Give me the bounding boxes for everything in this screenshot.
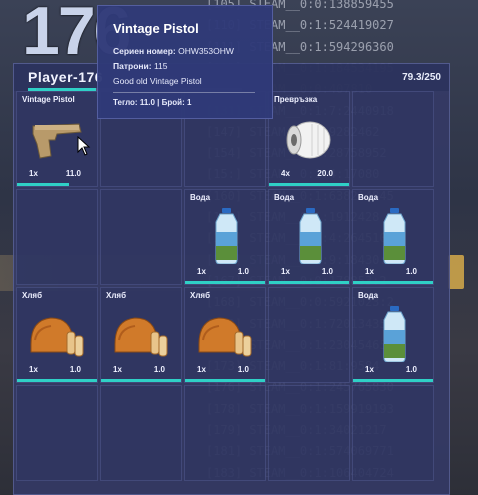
tooltip-ammo-value: 115 [153, 61, 168, 71]
inventory-slot[interactable]: Превръзка 4x 20.0 [268, 91, 350, 187]
slot-quantity: 1x [365, 365, 374, 374]
water-bottle-icon [363, 306, 425, 363]
slot-quantity: 1x [29, 365, 38, 374]
slot-quantity: 1x [281, 267, 290, 276]
slot-item-label: Вода [274, 193, 295, 202]
slot-item-label: Вода [358, 193, 379, 202]
bandage-icon [279, 110, 341, 166]
tooltip-divider [113, 92, 255, 93]
slot-weight: 1.0 [405, 365, 417, 374]
item-tooltip: Vintage Pistol Сериен номер: OHW353OHW П… [97, 5, 273, 119]
slot-durability-bar [185, 379, 265, 382]
slot-weight: 1.0 [237, 267, 249, 276]
tooltip-footer: Тегло: 11.0 | Брой: 1 [113, 98, 192, 107]
slot-durability-bar [17, 379, 97, 382]
inventory-weight: 79.3/250 [402, 72, 441, 83]
slot-weight: 1.0 [69, 365, 81, 374]
tooltip-ammo-label: Патрони: [113, 61, 152, 71]
bread-icon [111, 306, 173, 362]
inventory-slot-empty[interactable] [352, 91, 434, 187]
slot-durability-bar [101, 379, 181, 382]
tooltip-title: Vintage Pistol [113, 21, 199, 36]
tooltip-serial-value: OHW353OHW [178, 46, 234, 56]
slot-weight: 1.0 [237, 365, 249, 374]
inventory-slot-empty[interactable] [184, 385, 266, 481]
bread-icon [27, 306, 89, 362]
slot-item-label: Вода [190, 193, 211, 202]
mouse-cursor-icon [77, 136, 91, 156]
tooltip-serial-label: Сериен номер: [113, 46, 176, 56]
tooltip-description: Good old Vintage Pistol [113, 76, 202, 86]
slot-item-label: Хляб [106, 291, 127, 300]
slot-quantity: 1x [113, 365, 122, 374]
inventory-slot-empty[interactable] [16, 189, 98, 285]
inventory-slot-empty[interactable] [16, 385, 98, 481]
inventory-slot[interactable]: Хляб 1x 1.0 [184, 287, 266, 383]
water-bottle-icon [279, 208, 341, 265]
bread-icon [195, 306, 257, 362]
inventory-slot[interactable]: Вода 1x 1.0 [352, 189, 434, 285]
slot-quantity: 1x [197, 365, 206, 374]
slot-weight: 1.0 [405, 267, 417, 276]
inventory-slot[interactable]: Хляб 1x 1.0 [100, 287, 182, 383]
player-name: Player-176 [28, 69, 104, 85]
slot-quantity: 1x [365, 267, 374, 276]
slot-item-label: Превръзка [274, 95, 318, 104]
slot-item-label: Хляб [22, 291, 43, 300]
slot-item-label: Vintage Pistol [22, 95, 75, 104]
slot-quantity: 1x [29, 169, 38, 178]
inventory-slot-empty[interactable] [100, 385, 182, 481]
inventory-slot-empty[interactable] [268, 385, 350, 481]
inventory-slot[interactable]: Вода 1x 1.0 [184, 189, 266, 285]
slot-quantity: 1x [197, 267, 206, 276]
water-bottle-icon [195, 208, 257, 265]
slot-weight: 1.0 [153, 365, 165, 374]
slot-weight: 20.0 [317, 169, 333, 178]
tooltip-serial: Сериен номер: OHW353OHW [113, 46, 234, 56]
slot-item-label: Хляб [190, 291, 211, 300]
slot-weight: 11.0 [65, 169, 81, 178]
slot-item-label: Вода [358, 291, 379, 300]
inventory-slot[interactable]: Вода 1x 1.0 [352, 287, 434, 383]
slot-durability-bar [353, 281, 433, 284]
slot-durability-bar [269, 281, 349, 284]
water-bottle-icon [363, 208, 425, 265]
inventory-slot-empty[interactable] [352, 385, 434, 481]
inventory-slot[interactable]: Вода 1x 1.0 [268, 189, 350, 285]
street-lamp [448, 255, 464, 289]
tooltip-ammo: Патрони: 115 [113, 61, 168, 71]
slot-durability-bar [185, 281, 265, 284]
inventory-slot[interactable]: Хляб 1x 1.0 [16, 287, 98, 383]
slot-weight: 1.0 [321, 267, 333, 276]
inventory-slot-empty[interactable] [100, 189, 182, 285]
slot-durability-bar [353, 379, 433, 382]
slot-durability-bar [17, 183, 69, 186]
inventory-slot-empty[interactable] [268, 287, 350, 383]
slot-quantity: 4x [281, 169, 290, 178]
slot-durability-bar [269, 183, 349, 186]
